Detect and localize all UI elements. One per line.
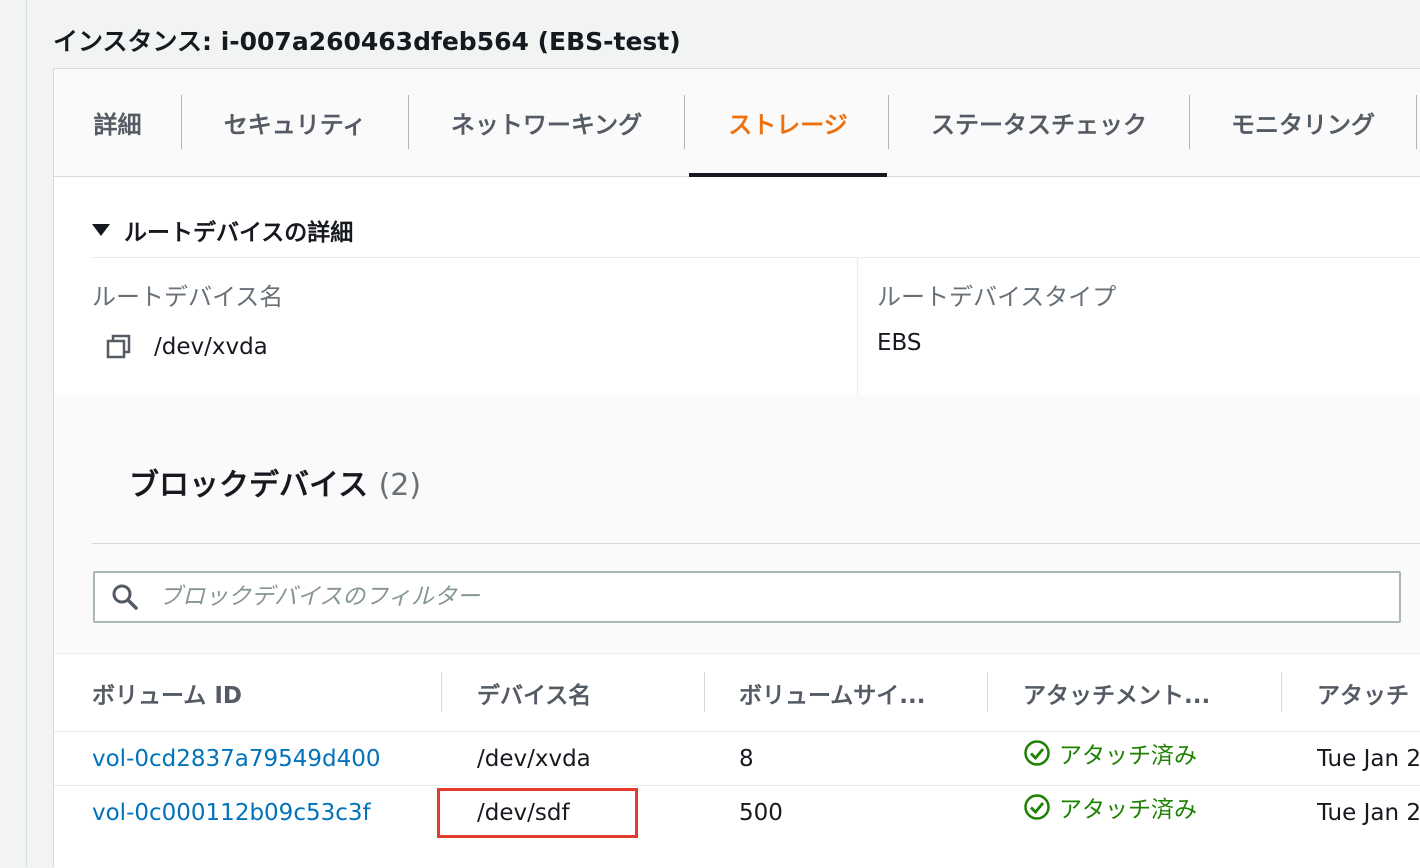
volume-size-cell: 8 xyxy=(739,746,754,772)
volume-id-link[interactable]: vol-0cd2837a79549d400 xyxy=(92,732,381,786)
block-devices-title: ブロックデバイス (2) xyxy=(129,460,421,504)
search-icon xyxy=(112,584,138,610)
attachment-status-text: アタッチ済み xyxy=(1059,797,1197,823)
column-header-attach-time[interactable]: アタッチ xyxy=(1317,654,1420,731)
instance-title: インスタンス: i-007a260463dfeb564 (EBS-test) xyxy=(53,27,681,56)
block-device-filter-input[interactable] xyxy=(157,583,1361,611)
tab-details[interactable]: 詳細 xyxy=(54,69,181,176)
column-separator xyxy=(441,672,442,712)
tab-separator xyxy=(684,95,685,149)
column-divider xyxy=(857,258,858,395)
column-header-volume-id[interactable]: ボリューム ID xyxy=(92,654,442,731)
attach-time-cell: Tue Jan 2 xyxy=(1317,746,1420,772)
tab-status-checks[interactable]: ステータスチェック xyxy=(889,69,1189,176)
root-device-section: ルートデバイスの詳細 ルートデバイス名 /dev/xvda ルートデバイスタイプ… xyxy=(54,177,1420,395)
column-header-device-name[interactable]: デバイス名 xyxy=(477,654,702,731)
column-separator xyxy=(704,672,705,712)
copy-icon[interactable] xyxy=(106,334,132,360)
attachment-status-cell: アタッチ済み xyxy=(1023,726,1197,780)
tab-monitoring[interactable]: モニタリング xyxy=(1190,69,1416,176)
root-device-name-value: /dev/xvda xyxy=(106,334,268,360)
column-separator xyxy=(987,672,988,712)
volume-id-link[interactable]: vol-0c000112b09c53c3f xyxy=(92,786,371,840)
volume-size-cell: 500 xyxy=(739,800,783,826)
attachment-status-cell: アタッチ済み xyxy=(1023,780,1197,834)
tab-bar: 詳細 セキュリティ ネットワーキング ストレージ ステータスチェック モニタリン… xyxy=(54,69,1420,177)
caret-down-icon xyxy=(92,224,110,236)
column-header-attachment-status[interactable]: アタッチメント... xyxy=(1023,654,1263,731)
divider xyxy=(92,543,1420,544)
check-circle-icon xyxy=(1024,794,1050,820)
attachment-status-text: アタッチ済み xyxy=(1059,743,1197,769)
column-header-volume-size[interactable]: ボリュームサイ... xyxy=(739,654,984,731)
attach-time-cell: Tue Jan 2 xyxy=(1317,800,1420,826)
device-name-cell: /dev/xvda xyxy=(477,746,591,772)
block-devices-title-text: ブロックデバイス xyxy=(129,468,369,503)
left-edge xyxy=(0,0,27,866)
root-device-section-title: ルートデバイスの詳細 xyxy=(124,220,354,246)
tab-separator xyxy=(1416,95,1417,149)
instance-details-panel: 詳細 セキュリティ ネットワーキング ストレージ ステータスチェック モニタリン… xyxy=(53,68,1420,868)
tab-security[interactable]: セキュリティ xyxy=(182,69,408,176)
table-row: vol-0cd2837a79549d400 /dev/xvda 8 アタッチ済み… xyxy=(54,731,1420,786)
root-device-name-text: /dev/xvda xyxy=(154,334,268,360)
tab-storage[interactable]: ストレージ xyxy=(689,69,887,177)
root-device-name-label: ルートデバイス名 xyxy=(92,283,284,311)
check-circle-icon xyxy=(1024,740,1050,766)
block-device-filter[interactable] xyxy=(93,571,1401,623)
root-device-header[interactable]: ルートデバイスの詳細 xyxy=(92,213,353,247)
root-device-type-label: ルートデバイスタイプ xyxy=(877,283,1117,311)
block-devices-table: ボリューム ID デバイス名 ボリュームサイ... アタッチメント... アタッ… xyxy=(54,653,1420,868)
column-separator xyxy=(1281,672,1282,712)
root-device-type-value: EBS xyxy=(877,330,922,356)
block-devices-count: (2) xyxy=(378,468,422,503)
tab-networking[interactable]: ネットワーキング xyxy=(409,69,684,176)
divider xyxy=(92,257,1420,258)
highlight-box xyxy=(437,788,638,838)
table-row: vol-0c000112b09c53c3f /dev/sdf 500 アタッチ済… xyxy=(54,785,1420,840)
